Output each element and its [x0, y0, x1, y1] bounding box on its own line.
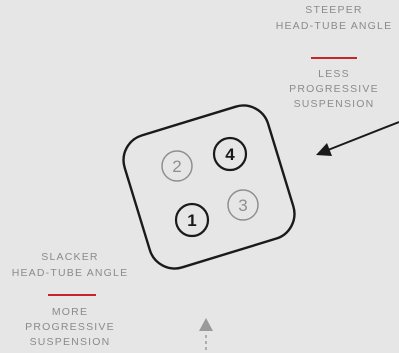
- position-4-label: 4: [225, 145, 235, 164]
- slacker-label-line2: HEAD-TUBE ANGLE: [11, 267, 129, 279]
- slacker-label-line1: SLACKER: [41, 251, 99, 263]
- slacker-arrow-head: [199, 318, 213, 331]
- position-2-label: 2: [172, 157, 181, 176]
- more-progressive-line2: PROGRESSIVE: [25, 321, 115, 333]
- steeper-accent-rule: [311, 57, 357, 59]
- position-1-label: 1: [187, 211, 196, 230]
- steeper-label-line2: HEAD-TUBE ANGLE: [275, 20, 393, 32]
- more-progressive-line3: SUSPENSION: [29, 336, 111, 348]
- position-3-label: 3: [238, 196, 247, 215]
- diagram-graphic: 2 4 3 1: [122, 104, 399, 353]
- steeper-label-line1: STEEPER: [305, 4, 363, 16]
- steeper-arrow-shaft: [327, 121, 399, 151]
- less-progressive-line1: LESS: [318, 68, 350, 80]
- less-progressive-line3: SUSPENSION: [293, 98, 375, 110]
- slacker-accent-rule: [48, 294, 96, 296]
- flip-chip-diagram: 2 4 3 1 STEEPER HEAD-TUBE ANGLE LESS PRO…: [0, 0, 399, 353]
- less-progressive-line2: PROGRESSIVE: [289, 83, 379, 95]
- more-progressive-line1: MORE: [51, 306, 89, 318]
- chip-outline: [122, 104, 296, 270]
